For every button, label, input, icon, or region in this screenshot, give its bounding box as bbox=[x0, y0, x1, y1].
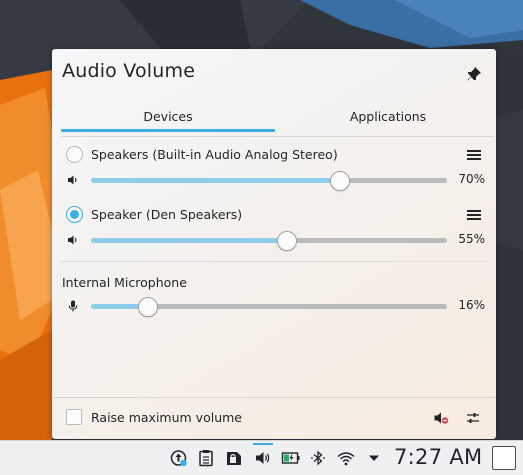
wifi-icon bbox=[337, 452, 355, 466]
audio-settings-button[interactable] bbox=[464, 409, 482, 427]
speaker-mute-toggle-icon[interactable] bbox=[66, 233, 80, 247]
microphone-mute-toggle-icon[interactable] bbox=[66, 299, 80, 313]
audio-volume-popup: Audio Volume Devices Applications Speake… bbox=[52, 49, 496, 439]
battery-icon bbox=[281, 452, 300, 464]
updates-icon bbox=[170, 450, 187, 467]
clipboard-icon bbox=[199, 450, 213, 467]
device-row-den: Speaker (Den Speakers) bbox=[52, 205, 496, 225]
device-name-label: Speakers (Built-in Audio Analog Stereo) bbox=[91, 147, 338, 162]
microphone-percent-label: 16% bbox=[458, 298, 485, 312]
device-menu-button[interactable] bbox=[467, 148, 481, 162]
tray-expand[interactable] bbox=[364, 448, 384, 468]
device-volume-row: 70% bbox=[52, 169, 496, 191]
device-default-radio[interactable] bbox=[66, 206, 83, 223]
raise-max-volume-checkbox[interactable] bbox=[66, 409, 82, 425]
tray-battery[interactable] bbox=[281, 448, 301, 468]
popup-title: Audio Volume bbox=[62, 60, 196, 82]
tab-bar: Devices Applications bbox=[61, 101, 495, 132]
expand-tray-icon bbox=[369, 455, 379, 461]
volume-slider[interactable] bbox=[91, 231, 447, 251]
speaker-muted-icon bbox=[434, 412, 449, 424]
tab-divider bbox=[61, 136, 494, 137]
volume-percent-label: 70% bbox=[458, 172, 485, 186]
mute-all-button[interactable] bbox=[432, 409, 450, 427]
show-desktop-button[interactable] bbox=[492, 446, 516, 470]
raise-max-volume-label: Raise maximum volume bbox=[91, 410, 242, 425]
active-indicator bbox=[253, 443, 273, 445]
tray-volume[interactable] bbox=[253, 448, 273, 468]
microphone-label: Internal Microphone bbox=[62, 275, 187, 290]
device-volume-row: 55% bbox=[52, 229, 496, 251]
volume-slider-handle[interactable] bbox=[330, 171, 351, 191]
taskbar-panel: 7:27 AM bbox=[0, 440, 523, 475]
speaker-mute-toggle-icon[interactable] bbox=[66, 173, 80, 187]
vault-icon bbox=[227, 452, 241, 465]
device-name-label: Speaker (Den Speakers) bbox=[91, 207, 243, 222]
input-device-row: Internal Microphone bbox=[52, 273, 496, 293]
volume-icon bbox=[256, 452, 270, 464]
volume-slider[interactable] bbox=[91, 171, 447, 191]
pin-icon bbox=[467, 67, 481, 81]
tab-devices[interactable]: Devices bbox=[61, 101, 275, 132]
bluetooth-icon bbox=[311, 450, 325, 466]
device-menu-button[interactable] bbox=[467, 208, 481, 222]
volume-slider-handle[interactable] bbox=[276, 231, 297, 251]
device-row-builtin: Speakers (Built-in Audio Analog Stereo) bbox=[52, 145, 496, 165]
tray-vault[interactable] bbox=[224, 448, 244, 468]
volume-percent-label: 55% bbox=[458, 232, 485, 246]
configure-sliders-icon bbox=[467, 413, 479, 423]
tab-applications[interactable]: Applications bbox=[281, 101, 495, 131]
volume-slider-fill bbox=[91, 238, 287, 243]
volume-slider-fill bbox=[91, 178, 341, 183]
tray-updates[interactable] bbox=[169, 448, 189, 468]
pin-button[interactable] bbox=[464, 64, 484, 84]
microphone-volume-slider[interactable] bbox=[91, 297, 447, 317]
tray-wifi[interactable] bbox=[336, 448, 356, 468]
tray-bluetooth[interactable] bbox=[308, 448, 328, 468]
volume-slider-handle[interactable] bbox=[137, 297, 158, 317]
popup-header: Audio Volume bbox=[52, 49, 496, 99]
tray-clipboard[interactable] bbox=[196, 448, 216, 468]
section-divider bbox=[61, 261, 487, 262]
digital-clock[interactable]: 7:27 AM bbox=[394, 445, 482, 469]
popup-footer: Raise maximum volume bbox=[52, 398, 496, 439]
device-default-radio[interactable] bbox=[66, 146, 83, 163]
microphone-volume-row: 16% bbox=[52, 295, 496, 317]
